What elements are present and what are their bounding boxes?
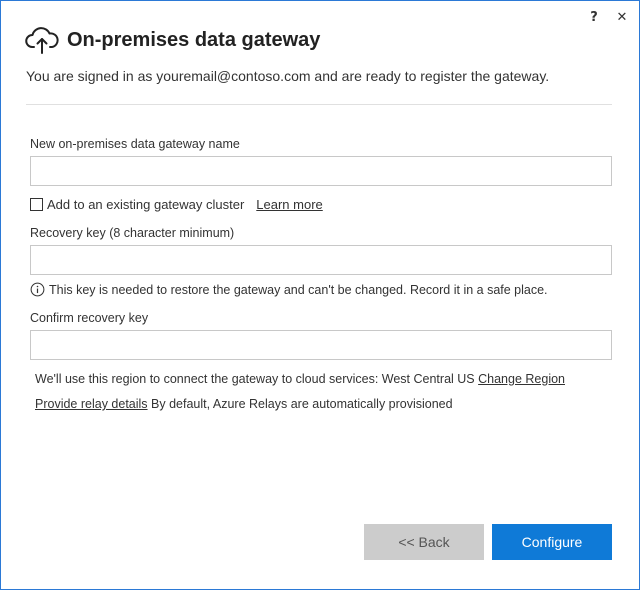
cluster-checkbox[interactable] (30, 198, 43, 211)
help-button[interactable]: ? (585, 9, 603, 25)
relay-text: By default, Azure Relays are automatical… (151, 397, 453, 411)
info-icon (30, 282, 45, 297)
cluster-checkbox-row: Add to an existing gateway cluster Learn… (30, 197, 323, 212)
signed-in-message: You are signed in as youremail@contoso.c… (26, 68, 550, 84)
window-controls: ? ✕ (585, 9, 631, 25)
region-info: We'll use this region to connect the gat… (35, 372, 565, 386)
confirm-key-input[interactable] (30, 330, 612, 360)
header-divider (26, 104, 612, 105)
gateway-name-input[interactable] (30, 156, 612, 186)
relay-details-link[interactable]: Provide relay details (35, 397, 148, 411)
recovery-info: This key is needed to restore the gatewa… (30, 282, 548, 297)
confirm-key-label: Confirm recovery key (30, 311, 149, 325)
back-button[interactable]: << Back (364, 524, 484, 560)
cloud-upload-icon (25, 27, 59, 54)
gateway-dialog: ? ✕ On-premises data gateway You are sig… (0, 0, 640, 590)
recovery-key-label: Recovery key (8 character minimum) (30, 226, 235, 240)
region-text: We'll use this region to connect the gat… (35, 372, 475, 386)
change-region-link[interactable]: Change Region (478, 372, 565, 386)
gateway-name-label: New on-premises data gateway name (30, 137, 240, 151)
configure-button[interactable]: Configure (492, 524, 612, 560)
relay-info: Provide relay details By default, Azure … (35, 397, 453, 411)
cluster-checkbox-label[interactable]: Add to an existing gateway cluster (47, 197, 244, 212)
dialog-title: On-premises data gateway (67, 28, 321, 51)
recovery-info-text: This key is needed to restore the gatewa… (49, 282, 548, 297)
close-button[interactable]: ✕ (613, 9, 631, 25)
learn-more-link[interactable]: Learn more (256, 197, 322, 212)
dialog-header: On-premises data gateway (25, 25, 320, 55)
recovery-key-input[interactable] (30, 245, 612, 275)
